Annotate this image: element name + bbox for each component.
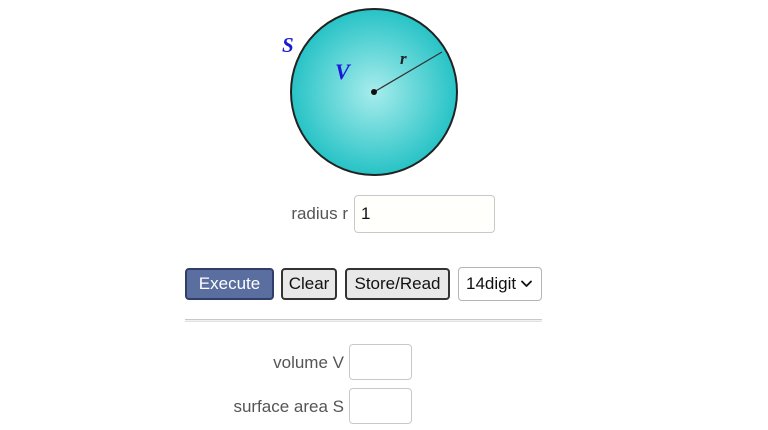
volume-output[interactable] bbox=[349, 344, 412, 380]
sphere-diagram: r V S bbox=[270, 0, 470, 185]
radius-symbol: r bbox=[400, 49, 407, 68]
sphere-calculator: r V S radius r Execute Clear Store/Read … bbox=[0, 0, 768, 430]
chevron-down-icon bbox=[521, 280, 533, 288]
radius-label: radius r bbox=[291, 204, 348, 223]
precision-select-value: 14digit bbox=[466, 274, 517, 293]
precision-select[interactable]: 14digit bbox=[458, 267, 542, 301]
center-point bbox=[371, 89, 377, 95]
volume-symbol: V bbox=[335, 59, 352, 84]
radius-input[interactable] bbox=[354, 195, 495, 233]
clear-button[interactable]: Clear bbox=[281, 268, 337, 300]
surface-area-output[interactable] bbox=[349, 388, 412, 424]
sphere-figure: r V S bbox=[282, 8, 458, 176]
section-divider bbox=[185, 319, 542, 322]
store-read-button[interactable]: Store/Read bbox=[345, 268, 450, 300]
surface-area-label: surface area S bbox=[233, 397, 344, 416]
volume-label: volume V bbox=[273, 353, 344, 372]
surface-symbol: S bbox=[282, 33, 294, 57]
execute-button[interactable]: Execute bbox=[185, 268, 274, 300]
